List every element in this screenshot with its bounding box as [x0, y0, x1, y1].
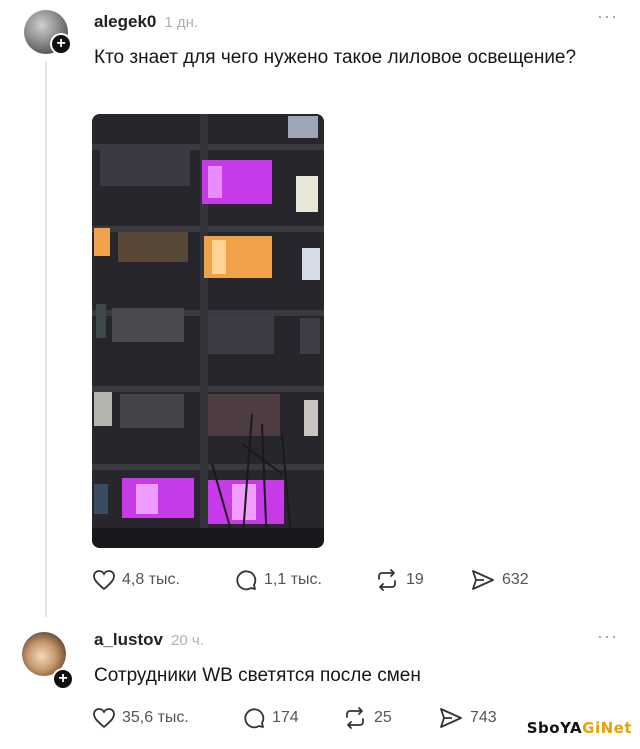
watermark-part2: GiNet: [582, 719, 632, 737]
thread-line: [45, 62, 47, 617]
reply-count: 174: [272, 709, 299, 726]
username[interactable]: alegek0: [94, 12, 156, 32]
repost-button[interactable]: 25: [342, 706, 438, 730]
post: + alegek0 1 дн. ··· Кто знает для чего н…: [0, 0, 640, 620]
comment-bubble-icon: [244, 708, 265, 729]
follow-plus-icon[interactable]: +: [52, 668, 74, 690]
like-count: 35,6 тыс.: [122, 709, 189, 726]
repost-count: 19: [406, 571, 424, 588]
reply-count: 1,1 тыс.: [264, 571, 322, 588]
like-button[interactable]: 4,8 тыс.: [92, 569, 234, 591]
paper-plane-icon: [440, 708, 462, 728]
reply-button[interactable]: 1,1 тыс.: [234, 568, 374, 592]
watermark: SboYAGiNet: [527, 719, 632, 737]
watermark-part1: SboYA: [526, 719, 583, 737]
repost-button[interactable]: 19: [374, 568, 470, 592]
post-text: Сотрудники WB светятся после смен: [94, 665, 421, 686]
username[interactable]: a_lustov: [94, 630, 163, 650]
post-actions: 4,8 тыс. 1,1 тыс. 19 632: [92, 568, 529, 592]
more-dots-icon[interactable]: ···: [597, 626, 618, 647]
post-actions: 35,6 тыс. 174 25 743: [92, 706, 497, 730]
repost-arrows-icon: [378, 569, 396, 591]
timestamp: 20 ч.: [170, 632, 204, 649]
heart-icon: [93, 570, 115, 591]
post-header: a_lustov 20 ч.: [94, 630, 204, 650]
post-image[interactable]: [92, 114, 324, 548]
like-count: 4,8 тыс.: [122, 571, 180, 588]
repost-arrows-icon: [346, 707, 364, 729]
paper-plane-icon: [472, 570, 494, 590]
share-count: 632: [502, 571, 529, 588]
like-button[interactable]: 35,6 тыс.: [92, 707, 242, 729]
more-dots-icon[interactable]: ···: [597, 6, 618, 27]
share-count: 743: [470, 709, 497, 726]
heart-icon: [93, 708, 115, 729]
follow-plus-icon[interactable]: +: [50, 33, 72, 55]
post-text: Кто знает для чего нужено такое лиловое …: [94, 47, 577, 68]
timestamp: 1 дн.: [164, 14, 199, 31]
repost-count: 25: [374, 709, 392, 726]
post-header: alegek0 1 дн.: [94, 12, 198, 32]
reply-button[interactable]: 174: [242, 706, 342, 730]
share-button[interactable]: 632: [470, 568, 529, 592]
comment-bubble-icon: [236, 570, 257, 591]
apartment-building-photo: [92, 114, 324, 548]
share-button[interactable]: 743: [438, 706, 497, 730]
